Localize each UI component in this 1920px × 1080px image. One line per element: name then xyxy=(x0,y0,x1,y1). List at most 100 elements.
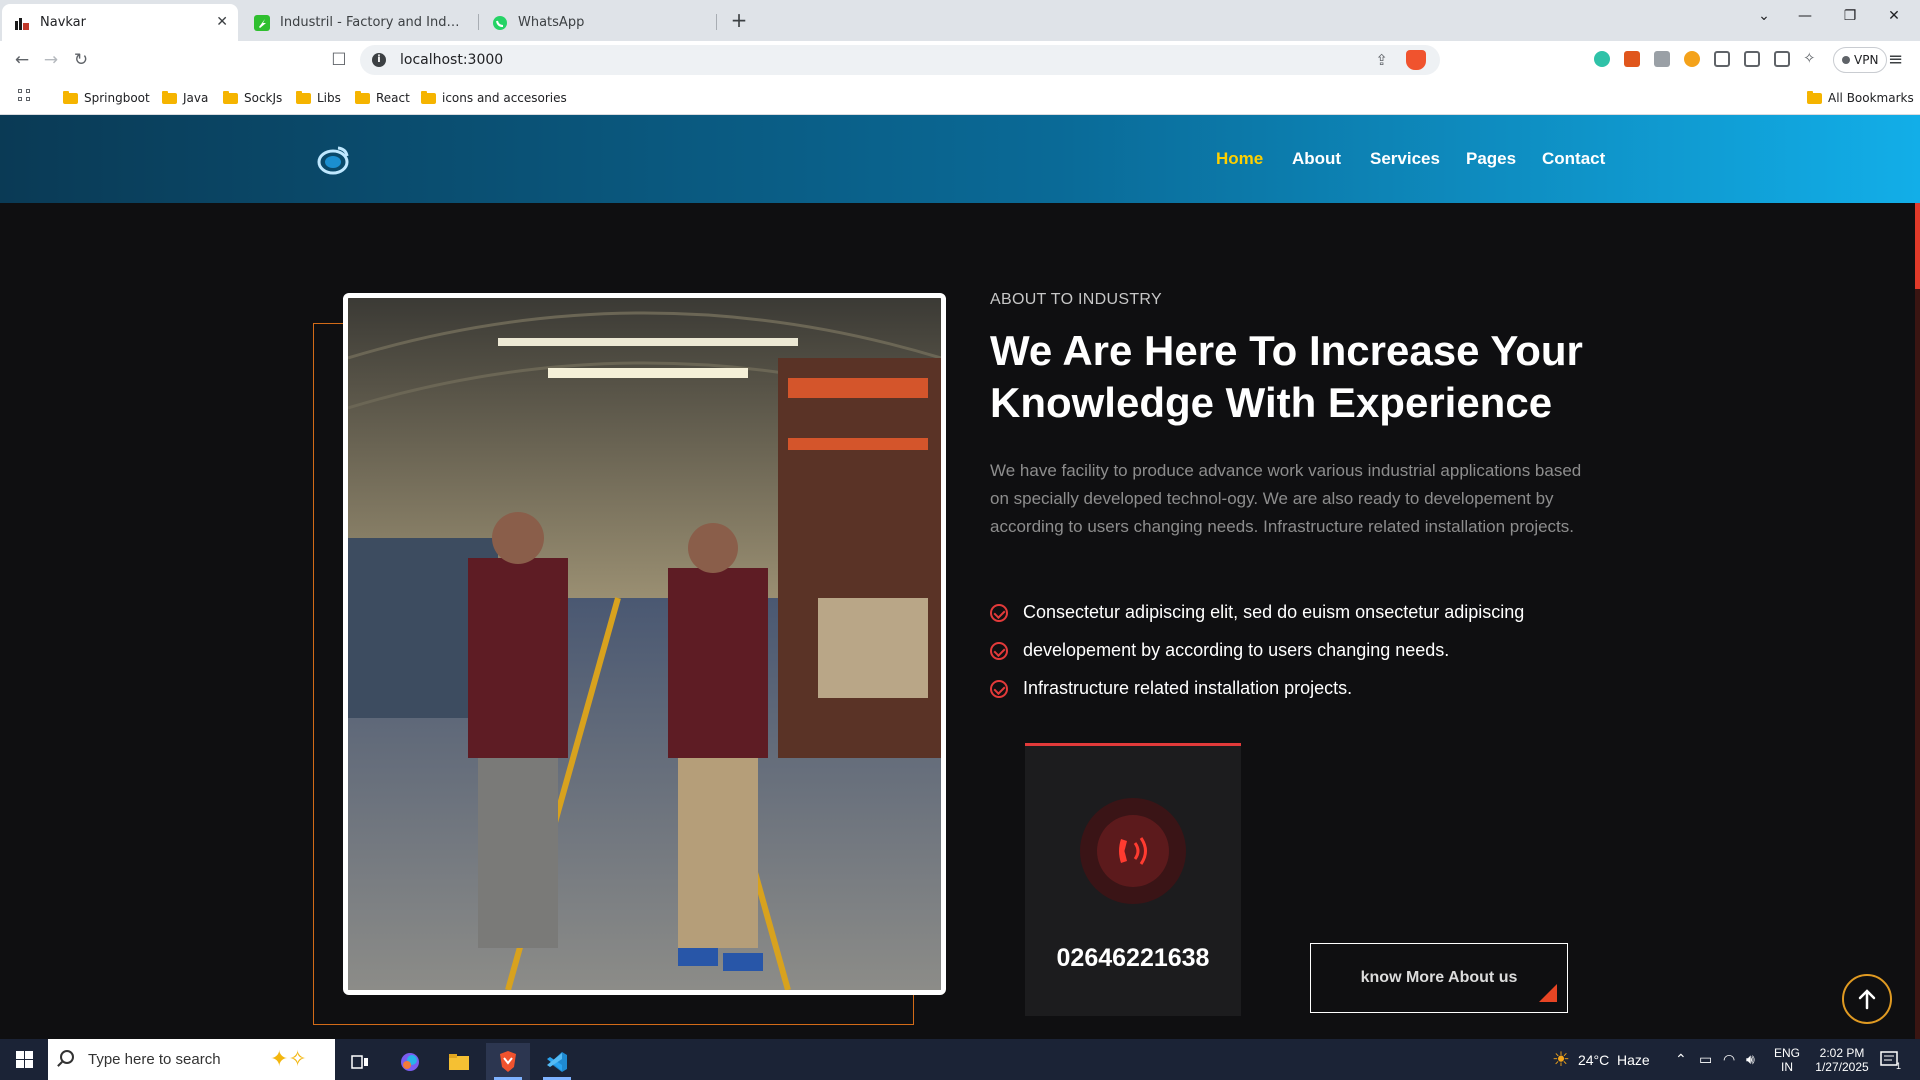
file-explorer-icon[interactable] xyxy=(437,1043,481,1080)
bookmark-springboot[interactable]: Springboot xyxy=(63,88,150,108)
notification-center-icon[interactable]: 1 xyxy=(1880,1039,1901,1080)
bookmark-label: All Bookmarks xyxy=(1828,91,1914,105)
navkar-favicon-icon xyxy=(14,15,30,31)
scroll-progress xyxy=(1915,203,1920,289)
taskbar-search[interactable]: Type here to search ✦✧ xyxy=(48,1039,335,1080)
tab-divider xyxy=(716,14,717,30)
tab-navkar[interactable]: Navkar ✕ xyxy=(2,4,238,41)
wifi-icon[interactable]: ◠ xyxy=(1723,1039,1735,1080)
reload-icon[interactable]: ↻ xyxy=(70,49,92,71)
search-icon xyxy=(60,1050,74,1064)
bookmark-icons[interactable]: icons and accesories xyxy=(421,88,567,108)
bookmark-libs[interactable]: Libs xyxy=(296,88,341,108)
task-view-icon[interactable] xyxy=(338,1043,382,1080)
folder-icon xyxy=(355,90,370,104)
extensions-puzzle-icon[interactable] xyxy=(1714,51,1730,67)
copilot-icon[interactable] xyxy=(388,1043,432,1080)
check-circle-icon xyxy=(990,603,1008,622)
nav-services[interactable]: Services xyxy=(1370,149,1440,169)
volume-icon[interactable]: 🔊︎ xyxy=(1746,1039,1755,1080)
brave-browser-icon[interactable] xyxy=(486,1043,530,1080)
corner-accent-icon xyxy=(1539,984,1557,1002)
phone-number[interactable]: 02646221638 xyxy=(1025,944,1241,973)
bookmark-react[interactable]: React xyxy=(355,88,410,108)
bookmark-label: React xyxy=(376,91,410,105)
nav-home[interactable]: Home xyxy=(1216,149,1263,169)
know-more-label: know More About us xyxy=(1360,969,1518,986)
vpn-label: VPN xyxy=(1854,53,1879,67)
bookmark-label: Java xyxy=(183,91,209,105)
meet-camera-icon[interactable]: ▭ xyxy=(1699,1039,1712,1080)
extension-icon[interactable] xyxy=(1654,51,1670,67)
bookmark-java[interactable]: Java xyxy=(162,88,208,108)
windows-taskbar: Type here to search ✦✧ ☀ 24°C Haze ⌃ ▭ ◠… xyxy=(0,1039,1920,1080)
bookmark-icon[interactable]: ☐ xyxy=(328,49,350,71)
leo-ai-icon[interactable]: ✧ xyxy=(1803,49,1819,67)
nav-pages[interactable]: Pages xyxy=(1466,149,1516,169)
section-paragraph: We have facility to produce advance work… xyxy=(990,461,1582,536)
extension-icon[interactable] xyxy=(1684,51,1700,67)
bookmark-label: Libs xyxy=(317,91,341,105)
language-code: ENG xyxy=(1774,1045,1801,1060)
browser-toolbar: ← → ↻ ☐ i localhost:3000 ⇪ ✧ VPN ≡ xyxy=(0,41,1920,79)
close-icon[interactable]: ✕ xyxy=(216,14,228,30)
tab-industril[interactable]: Industril - Factory and Industrial Re xyxy=(242,4,474,41)
clock[interactable]: 2:02 PM 1/27/2025 xyxy=(1808,1039,1876,1080)
all-bookmarks[interactable]: All Bookmarks xyxy=(1807,88,1914,108)
site-header: Home About Services Pages Contact xyxy=(0,115,1920,203)
section-heading: We Are Here To Increase Your Knowledge W… xyxy=(990,327,1583,426)
share-icon[interactable]: ⇪ xyxy=(1375,51,1388,69)
notification-count: 1 xyxy=(1896,1060,1902,1071)
know-more-button[interactable]: know More About us xyxy=(1310,943,1568,1013)
nav-contact[interactable]: Contact xyxy=(1542,149,1605,169)
checklist-text: Consectetur adipiscing elit, sed do euis… xyxy=(1023,602,1525,622)
tab-whatsapp[interactable]: WhatsApp xyxy=(480,4,712,41)
tab-title: Industril - Factory and Industrial Re xyxy=(280,15,462,30)
url-text: localhost:3000 xyxy=(400,52,504,68)
extension-icon[interactable] xyxy=(1594,51,1610,67)
tab-divider xyxy=(478,14,479,30)
check-circle-icon xyxy=(990,641,1008,660)
language-indicator[interactable]: ENG IN xyxy=(1774,1039,1800,1080)
bookmark-sockjs[interactable]: SockJs xyxy=(223,88,282,108)
brave-shields-icon[interactable] xyxy=(1406,50,1426,70)
section-kicker: ABOUT TO INDUSTRY xyxy=(990,291,1162,308)
nav-about[interactable]: About xyxy=(1292,149,1341,169)
tab-title: Navkar xyxy=(40,15,86,30)
clock-date: 1/27/2025 xyxy=(1815,1059,1869,1074)
folder-icon xyxy=(223,90,238,104)
folder-icon xyxy=(296,90,311,104)
bookmark-label: icons and accesories xyxy=(442,91,567,105)
checklist-text: developement by according to users chang… xyxy=(1023,640,1450,660)
navkar-logo-icon[interactable] xyxy=(316,143,350,177)
back-icon[interactable]: ← xyxy=(11,49,33,71)
weather-widget[interactable]: ☀ 24°C Haze xyxy=(1552,1039,1650,1080)
wallet-icon[interactable] xyxy=(1774,51,1790,67)
vpn-status-icon xyxy=(1842,56,1850,64)
menu-icon[interactable]: ≡ xyxy=(1888,49,1903,70)
forward-icon[interactable]: → xyxy=(40,49,62,71)
check-circle-icon xyxy=(990,679,1008,698)
arrow-up-icon xyxy=(1858,989,1876,1010)
search-placeholder: Type here to search xyxy=(88,1051,221,1068)
phone-card: 02646221638 xyxy=(1025,743,1241,1016)
browser-tab-bar: Navkar ✕ Industril - Factory and Industr… xyxy=(0,0,1920,41)
new-tab-icon[interactable]: + xyxy=(727,8,751,32)
tab-search-chevron-icon[interactable]: ⌄ xyxy=(1752,8,1776,24)
sidebar-icon[interactable] xyxy=(1744,51,1760,67)
folder-icon xyxy=(162,90,177,104)
vpn-button[interactable]: VPN xyxy=(1833,47,1888,73)
folder-icon xyxy=(421,90,436,104)
close-window-icon[interactable]: ✕ xyxy=(1882,8,1906,24)
site-info-icon[interactable]: i xyxy=(372,53,386,67)
vscode-icon[interactable] xyxy=(535,1043,579,1080)
extension-icon[interactable] xyxy=(1624,51,1640,67)
restore-icon[interactable]: ❐ xyxy=(1838,8,1862,24)
apps-grid-icon[interactable] xyxy=(18,89,32,103)
address-bar[interactable]: i localhost:3000 ⇪ xyxy=(360,45,1440,75)
whatsapp-favicon-icon xyxy=(492,15,508,31)
windows-start-icon[interactable] xyxy=(16,1051,33,1068)
minimize-icon[interactable]: — xyxy=(1793,8,1817,24)
scroll-to-top-button[interactable] xyxy=(1842,974,1892,1024)
show-hidden-icons-icon[interactable]: ⌃ xyxy=(1675,1039,1687,1080)
